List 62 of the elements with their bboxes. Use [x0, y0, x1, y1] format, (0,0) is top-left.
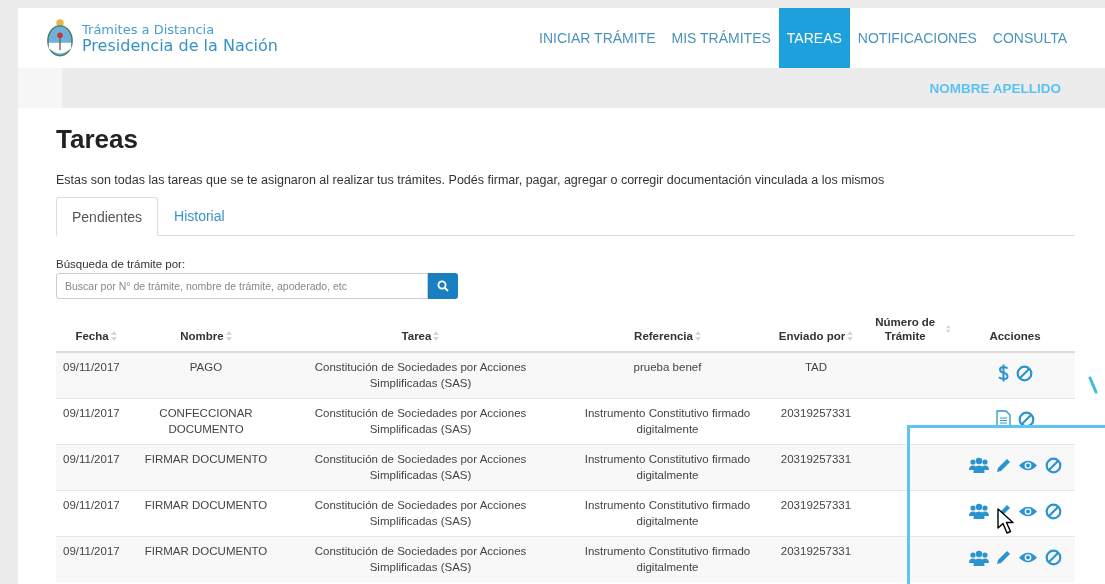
column-header: Número de Trámite — [874, 315, 937, 343]
table-cell: 09/11/2017 — [63, 544, 120, 557]
group-icon[interactable] — [968, 503, 989, 520]
cancel-icon[interactable] — [1044, 502, 1062, 520]
brand-subtitle: Trámites a Distancia — [82, 22, 216, 36]
table-cell: Instrumento Constitutivo firmado digitalmente — [584, 452, 751, 481]
dollar-icon[interactable] — [997, 364, 1009, 383]
coat-of-arms-icon — [46, 17, 74, 59]
group-icon[interactable] — [968, 549, 989, 566]
cancel-icon[interactable] — [1017, 410, 1035, 428]
tab[interactable]: Historial — [158, 197, 241, 235]
annotation-stroke — [1088, 376, 1098, 394]
table-cell: FIRMAR DOCUMENTO — [144, 544, 268, 557]
group-icon[interactable] — [968, 457, 989, 474]
table-cell: Constitución de Sociedades por Acciones Simplificadas (SAS) — [314, 498, 527, 527]
eye-icon[interactable] — [1017, 551, 1038, 564]
nav-link[interactable]: NOTIFICACIONES — [849, 8, 985, 68]
table-cell: 09/11/2017 — [63, 361, 120, 373]
table-cell: 09/11/2017 — [63, 498, 120, 511]
table-cell: Constitución de Sociedades por Acciones Simplificadas (SAS) — [314, 406, 527, 435]
nav-link[interactable]: INICIAR TRÁMITE — [531, 8, 664, 68]
mouse-cursor-icon — [997, 508, 1017, 536]
table-cell: Instrumento Constitutivo firmado digitalmente — [584, 498, 751, 527]
table-cell: 09/11/2017 — [63, 452, 120, 465]
cancel-icon[interactable] — [1044, 456, 1062, 474]
table-cell: FIRMAR DOCUMENTO — [144, 498, 268, 511]
page-description: Estas son todas las tareas que se te asignaron al realizar tus trámites. Podés firmar, pagar, agregar o corregir documentación vinculada a los mismos — [56, 173, 886, 187]
nav-link[interactable]: MIS TRÁMITES — [663, 8, 779, 68]
column-header: Fecha — [75, 329, 109, 343]
cancel-icon[interactable] — [1015, 364, 1033, 382]
table-cell: CONFECCIONAR DOCUMENTO — [159, 406, 253, 435]
table-cell: TAD — [804, 361, 828, 373]
table-cell: 20319257331 — [780, 498, 852, 511]
nav-link[interactable]: TAREAS — [778, 8, 850, 68]
table-cell: Instrumento Constitutivo firmado digitalmente — [584, 544, 751, 573]
cancel-icon[interactable] — [1044, 549, 1062, 566]
nav-link[interactable]: CONSULTA — [984, 8, 1075, 68]
table-cell: prueba benef — [633, 361, 702, 373]
tab[interactable]: Pendientes — [56, 197, 159, 236]
page-title: Tareas — [56, 124, 139, 155]
search-label: Búsqueda de trámite por: — [56, 258, 187, 270]
table-cell: PAGO — [189, 361, 223, 373]
table-cell: FIRMAR DOCUMENTO — [144, 452, 268, 465]
table-cell: 20319257331 — [780, 406, 852, 419]
search-field[interactable]: Buscar por N° de trámite, nombre de trámite, apoderado, etc — [56, 273, 428, 299]
column-header: Enviado por — [778, 329, 846, 343]
column-header: Acciones — [989, 329, 1041, 343]
table-cell: 20319257331 — [780, 452, 852, 465]
table-cell: Constitución de Sociedades por Acciones Simplificadas (SAS) — [314, 544, 527, 573]
table-cell: 09/11/2017 — [63, 406, 120, 419]
column-header: Referencia — [634, 329, 693, 343]
table-cell: 20319257331 — [780, 544, 852, 557]
table-cell: Constitución de Sociedades por Acciones Simplificadas (SAS) — [314, 452, 527, 481]
eye-icon[interactable] — [1017, 458, 1038, 472]
search-icon — [437, 280, 449, 292]
column-header: Tarea — [401, 329, 432, 343]
table-cell: Instrumento Constitutivo firmado digitalmente — [584, 406, 751, 435]
column-header: Nombre — [180, 329, 224, 343]
eye-icon[interactable] — [1017, 504, 1038, 518]
search-button[interactable] — [428, 273, 458, 299]
brand-title: Presidencia de la Nación — [82, 37, 278, 54]
table-cell: Constitución de Sociedades por Acciones Simplificadas (SAS) — [314, 361, 527, 389]
